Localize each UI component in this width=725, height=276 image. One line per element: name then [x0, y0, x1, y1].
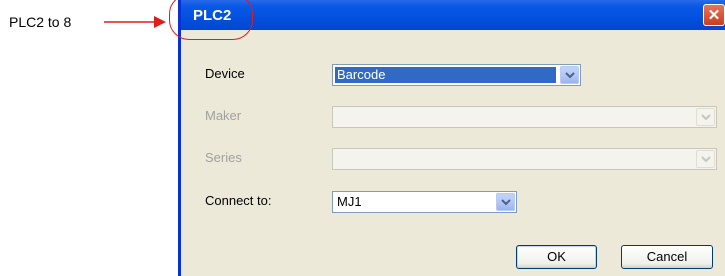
series-label: Series [205, 150, 242, 165]
maker-dropdown-button[interactable] [696, 108, 715, 126]
series-value [335, 151, 692, 167]
device-dropdown-button[interactable] [560, 66, 579, 84]
title-highlight-circle [169, 0, 253, 40]
chevron-down-icon [501, 199, 511, 206]
connect-to-dropdown-button[interactable] [496, 193, 515, 211]
device-value: Barcode [335, 67, 556, 83]
ok-button[interactable]: OK [516, 245, 597, 269]
device-select[interactable]: Barcode [332, 64, 581, 86]
chevron-down-icon [701, 114, 711, 121]
maker-value [335, 109, 692, 125]
chevron-down-icon [565, 72, 575, 79]
maker-select[interactable] [332, 106, 717, 128]
cancel-button[interactable]: Cancel [621, 245, 713, 269]
connect-to-value: MJ1 [337, 194, 362, 209]
title-bar[interactable]: PLC2 ✕ [169, 0, 725, 40]
series-dropdown-button[interactable] [696, 150, 715, 168]
close-icon: ✕ [707, 7, 721, 24]
chevron-down-icon [701, 156, 711, 163]
plc-dialog-window: PLC2 ✕ Device Barcode Maker Series Conne… [169, 0, 725, 276]
series-select[interactable] [332, 148, 717, 170]
device-label: Device [205, 66, 245, 81]
connect-to-select[interactable]: MJ1 [332, 191, 517, 213]
connect-to-label: Connect to: [205, 193, 272, 208]
maker-label: Maker [205, 108, 242, 123]
close-button[interactable]: ✕ [703, 4, 725, 26]
callout-arrow-icon [104, 16, 166, 28]
